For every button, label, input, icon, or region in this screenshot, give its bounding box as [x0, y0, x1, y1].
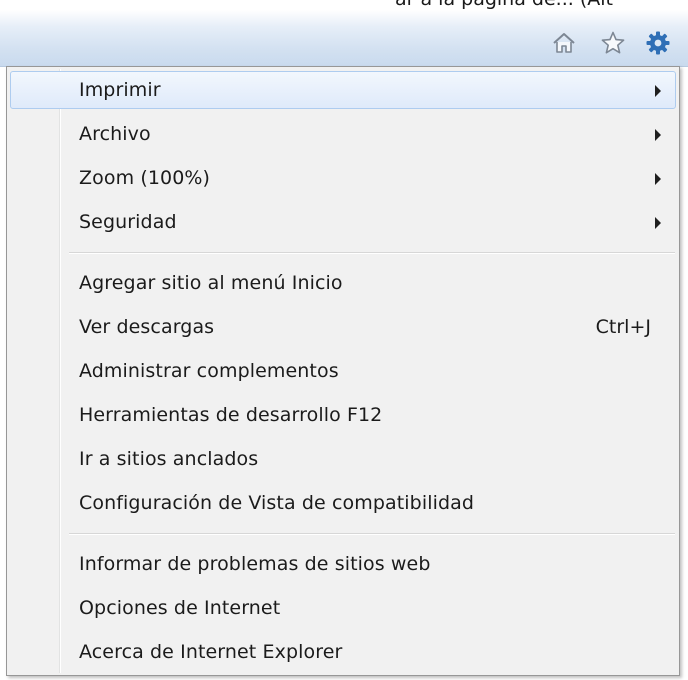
browser-toolbar: [0, 10, 688, 67]
browser-window: ar a la página de... (Alt: [0, 0, 688, 680]
menu-item-acerca-de[interactable]: Acerca de Internet Explorer: [10, 633, 676, 671]
menu-item-label: Ir a sitios anclados: [79, 448, 259, 470]
submenu-arrow-icon: [655, 173, 661, 185]
menu-item-label: Imprimir: [79, 79, 161, 101]
clipped-page-text: ar a la página de... (Alt: [395, 0, 613, 10]
menu-item-label: Herramientas de desarrollo F12: [79, 404, 383, 426]
menu-item-agregar-sitio-inicio[interactable]: Agregar sitio al menú Inicio: [10, 264, 676, 302]
menu-item-zoom[interactable]: Zoom (100%): [10, 159, 676, 197]
menu-item-herramientas-desarrollo[interactable]: Herramientas de desarrollo F12: [10, 396, 676, 434]
menu-item-label: Archivo: [79, 123, 151, 145]
menu-item-label: Seguridad: [79, 211, 177, 233]
menu-item-ver-descargas[interactable]: Ver descargas Ctrl+J: [10, 308, 676, 346]
menu-item-sitios-anclados[interactable]: Ir a sitios anclados: [10, 440, 676, 478]
star-icon[interactable]: [600, 30, 626, 56]
menu-item-informar-problemas[interactable]: Informar de problemas de sitios web: [10, 545, 676, 583]
submenu-arrow-icon: [655, 217, 661, 229]
menu-item-shortcut: Ctrl+J: [595, 316, 651, 338]
submenu-arrow-icon: [655, 129, 661, 141]
menu-item-archivo[interactable]: Archivo: [10, 115, 676, 153]
menu-item-label: Informar de problemas de sitios web: [79, 553, 431, 575]
menu-item-label: Acerca de Internet Explorer: [79, 641, 343, 663]
menu-item-seguridad[interactable]: Seguridad: [10, 203, 676, 241]
gear-icon[interactable]: [645, 30, 671, 56]
menu-item-label: Configuración de Vista de compatibilidad: [79, 492, 475, 514]
menu-item-vista-compatibilidad[interactable]: Configuración de Vista de compatibilidad: [10, 484, 676, 522]
menu-item-label: Zoom (100%): [79, 167, 211, 189]
menu-separator: [69, 533, 675, 535]
menu-item-label: Ver descargas: [79, 316, 215, 338]
tools-menu: Imprimir Archivo Zoom (100%) Seguridad A…: [6, 66, 680, 676]
submenu-arrow-icon: [655, 85, 661, 97]
menu-item-label: Administrar complementos: [79, 360, 339, 382]
menu-item-opciones-internet[interactable]: Opciones de Internet: [10, 589, 676, 627]
menu-item-label: Agregar sitio al menú Inicio: [79, 272, 343, 294]
menu-item-administrar-complementos[interactable]: Administrar complementos: [10, 352, 676, 390]
home-icon[interactable]: [551, 30, 577, 56]
menu-item-imprimir[interactable]: Imprimir: [10, 71, 676, 109]
menu-item-label: Opciones de Internet: [79, 597, 281, 619]
menu-separator: [69, 252, 675, 254]
